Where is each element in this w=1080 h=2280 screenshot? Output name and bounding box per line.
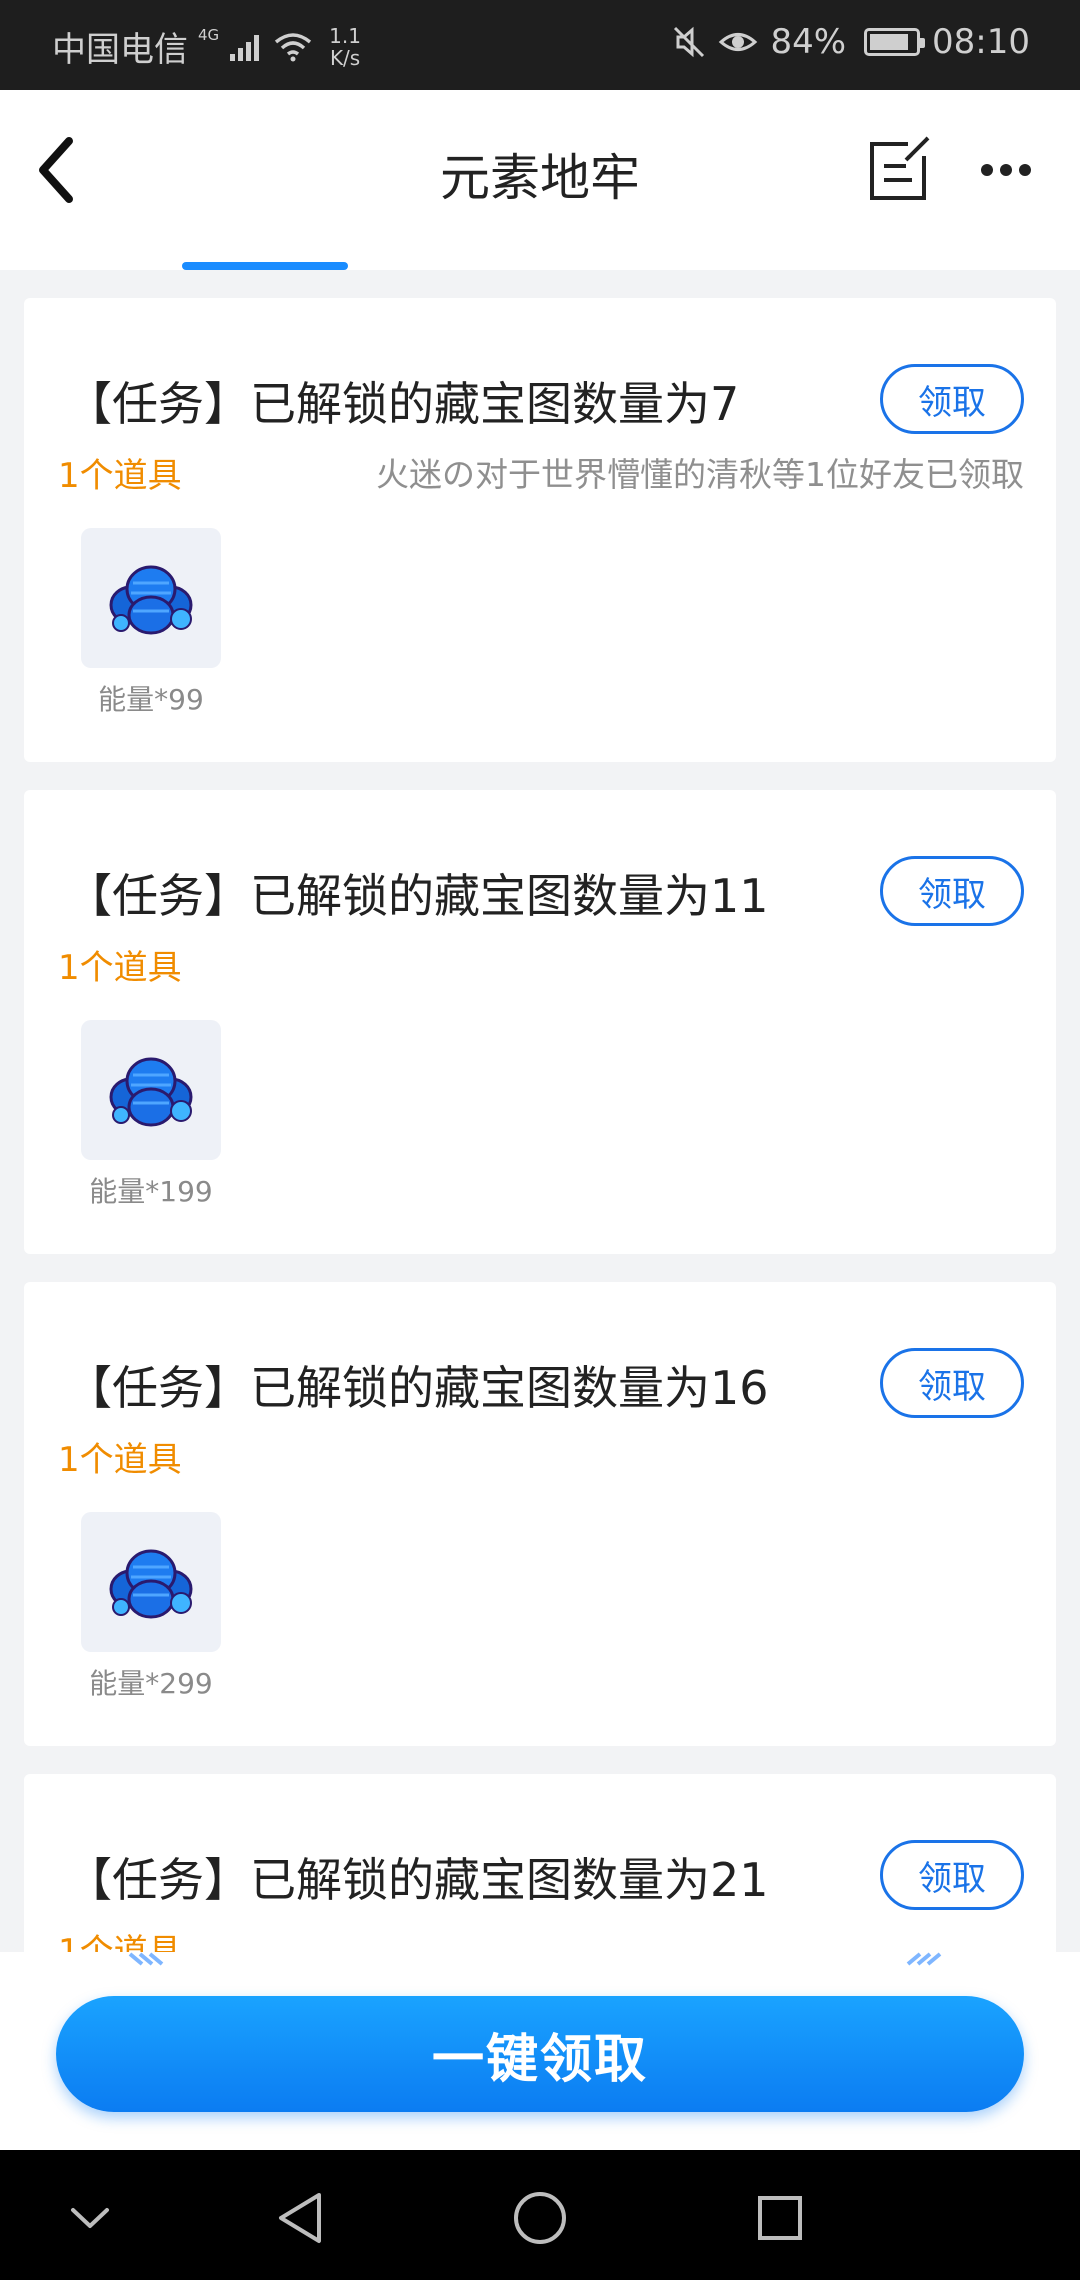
edit-icon (870, 136, 930, 200)
reward-label: 能量*299 (89, 1667, 213, 1700)
claim-button[interactable]: 领取 (880, 856, 1024, 926)
status-right: 84% 08:10 (672, 22, 1030, 62)
more-dot-icon (981, 164, 993, 176)
task-title: 【任务】已解锁的藏宝图数量为7 (66, 377, 740, 431)
more-dot-icon (1019, 164, 1031, 176)
battery-percent: 84% (770, 22, 847, 62)
edit-button[interactable] (862, 132, 938, 208)
speed-unit: K/s (329, 45, 361, 70)
wifi-icon (275, 32, 312, 61)
claim-button[interactable]: 领取 (880, 1840, 1024, 1910)
nav-back-button[interactable] (262, 2180, 338, 2256)
energy-gems-icon (109, 565, 193, 635)
carrier-label: 中国电信 (52, 30, 188, 70)
reward-label: 能量*199 (89, 1175, 213, 1208)
battery-icon (864, 28, 926, 56)
eye-comfort-icon (719, 33, 758, 51)
reward-item[interactable] (81, 1020, 221, 1160)
triangle-back-icon (279, 2193, 321, 2243)
item-count: 1个道具 (58, 456, 182, 496)
nav-home-button[interactable] (502, 2180, 578, 2256)
item-count: 1个道具 (58, 1932, 182, 1952)
reward-item[interactable] (81, 1512, 221, 1652)
friend-claimed-note: 火迷の对于世界懵懂的清秋等1位好友已领取 (376, 455, 1024, 494)
mute-icon (674, 26, 705, 58)
chevron-down-icon (71, 2208, 109, 2228)
bottom-action-bar: 一键领取 (0, 1952, 1080, 2150)
claim-button[interactable]: 领取 (880, 1348, 1024, 1418)
circle-home-icon (514, 2192, 566, 2244)
energy-gems-icon (109, 1057, 193, 1127)
status-bar: 中国电信 4G 1.1 K/s 84% 08:10 (0, 0, 1080, 90)
square-recents-icon (758, 2196, 802, 2240)
nav-collapse-button[interactable] (52, 2180, 128, 2256)
reward-label: 能量*99 (98, 683, 204, 716)
claim-button[interactable]: 领取 (880, 364, 1024, 434)
task-list: 【任务】已解锁的藏宝图数量为7 领取 1个道具 火迷の对于世界懵懂的清秋等1位好… (0, 270, 1080, 1952)
task-title: 【任务】已解锁的藏宝图数量为16 (66, 1361, 769, 1415)
tab-indicator (182, 262, 348, 270)
more-dot-icon (1000, 164, 1012, 176)
system-nav-bar (0, 2150, 1080, 2280)
battery-fill (870, 34, 909, 50)
clock: 08:10 (932, 22, 1030, 62)
task-card: 【任务】已解锁的藏宝图数量为21 领取 1个道具 (24, 1774, 1056, 1952)
nav-recents-button[interactable] (742, 2180, 818, 2256)
task-title: 【任务】已解锁的藏宝图数量为11 (66, 869, 769, 923)
network-type-label: 4G (198, 26, 220, 44)
status-left: 中国电信 4G 1.1 K/s (52, 22, 361, 71)
reward-item[interactable] (81, 528, 221, 668)
decor-stripes-icon (128, 1952, 164, 1966)
network-speed: 1.1 K/s (329, 25, 361, 69)
decor-stripes-icon (906, 1952, 942, 1966)
claim-all-button[interactable]: 一键领取 (56, 1996, 1024, 2112)
more-button[interactable] (968, 132, 1044, 208)
task-card: 【任务】已解锁的藏宝图数量为11 领取 1个道具 能量*199 (24, 790, 1056, 1254)
task-card: 【任务】已解锁的藏宝图数量为7 领取 1个道具 火迷の对于世界懵懂的清秋等1位好… (24, 298, 1056, 762)
task-card: 【任务】已解锁的藏宝图数量为16 领取 1个道具 能量*299 (24, 1282, 1056, 1746)
item-count: 1个道具 (58, 1440, 182, 1480)
signal-icon (230, 34, 260, 61)
item-count: 1个道具 (58, 948, 182, 988)
task-title: 【任务】已解锁的藏宝图数量为21 (66, 1853, 769, 1907)
energy-gems-icon (109, 1549, 193, 1619)
app-header: 元素地牢 (0, 90, 1080, 270)
speed-value: 1.1 (329, 23, 361, 48)
